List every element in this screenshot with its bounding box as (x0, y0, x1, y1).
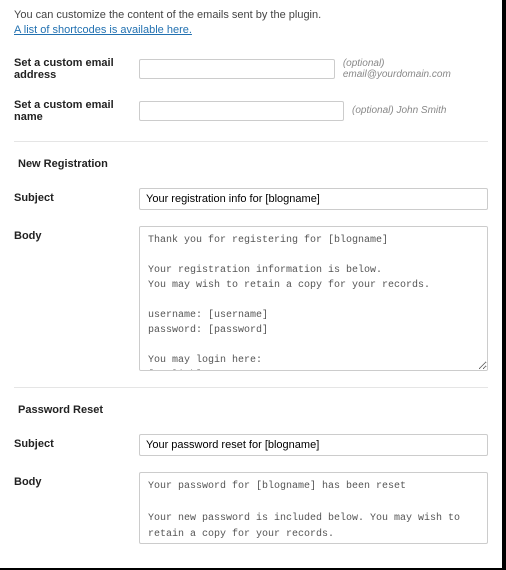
custom-email-address-input[interactable] (139, 59, 335, 79)
shortcodes-link[interactable]: A list of shortcodes is available here. (14, 24, 192, 36)
custom-email-name-label: Set a custom email name (14, 99, 139, 123)
custom-email-address-hint: (optional) email@yourdomain.com (343, 58, 488, 80)
intro-line: You can customize the content of the ema… (14, 9, 321, 21)
new-registration-title: New Registration (14, 158, 488, 170)
password-reset-title: Password Reset (14, 404, 488, 416)
password-reset-subject-label: Subject (14, 434, 139, 450)
new-registration-subject-input[interactable] (139, 188, 488, 210)
password-reset-subject-input[interactable] (139, 434, 488, 456)
password-reset-subject-row: Subject (14, 434, 488, 456)
new-registration-body-label: Body (14, 226, 139, 242)
custom-email-name-row: Set a custom email name (optional) John … (14, 99, 488, 123)
password-reset-body-label: Body (14, 472, 139, 488)
divider (14, 387, 488, 388)
new-registration-body-row: Body (14, 226, 488, 371)
custom-email-address-row: Set a custom email address (optional) em… (14, 57, 488, 81)
new-registration-subject-row: Subject (14, 188, 488, 210)
divider (14, 141, 488, 142)
new-registration-subject-label: Subject (14, 188, 139, 204)
password-reset-body-row: Body Your password for [blogname] has be… (14, 472, 488, 544)
custom-email-address-label: Set a custom email address (14, 57, 139, 81)
custom-email-name-input[interactable] (139, 101, 344, 121)
password-reset-body-textarea[interactable]: Your password for [blogname] has been re… (139, 472, 488, 544)
custom-email-name-hint: (optional) John Smith (352, 105, 447, 116)
intro-text: You can customize the content of the ema… (14, 8, 488, 39)
new-registration-body-textarea[interactable] (139, 226, 488, 371)
